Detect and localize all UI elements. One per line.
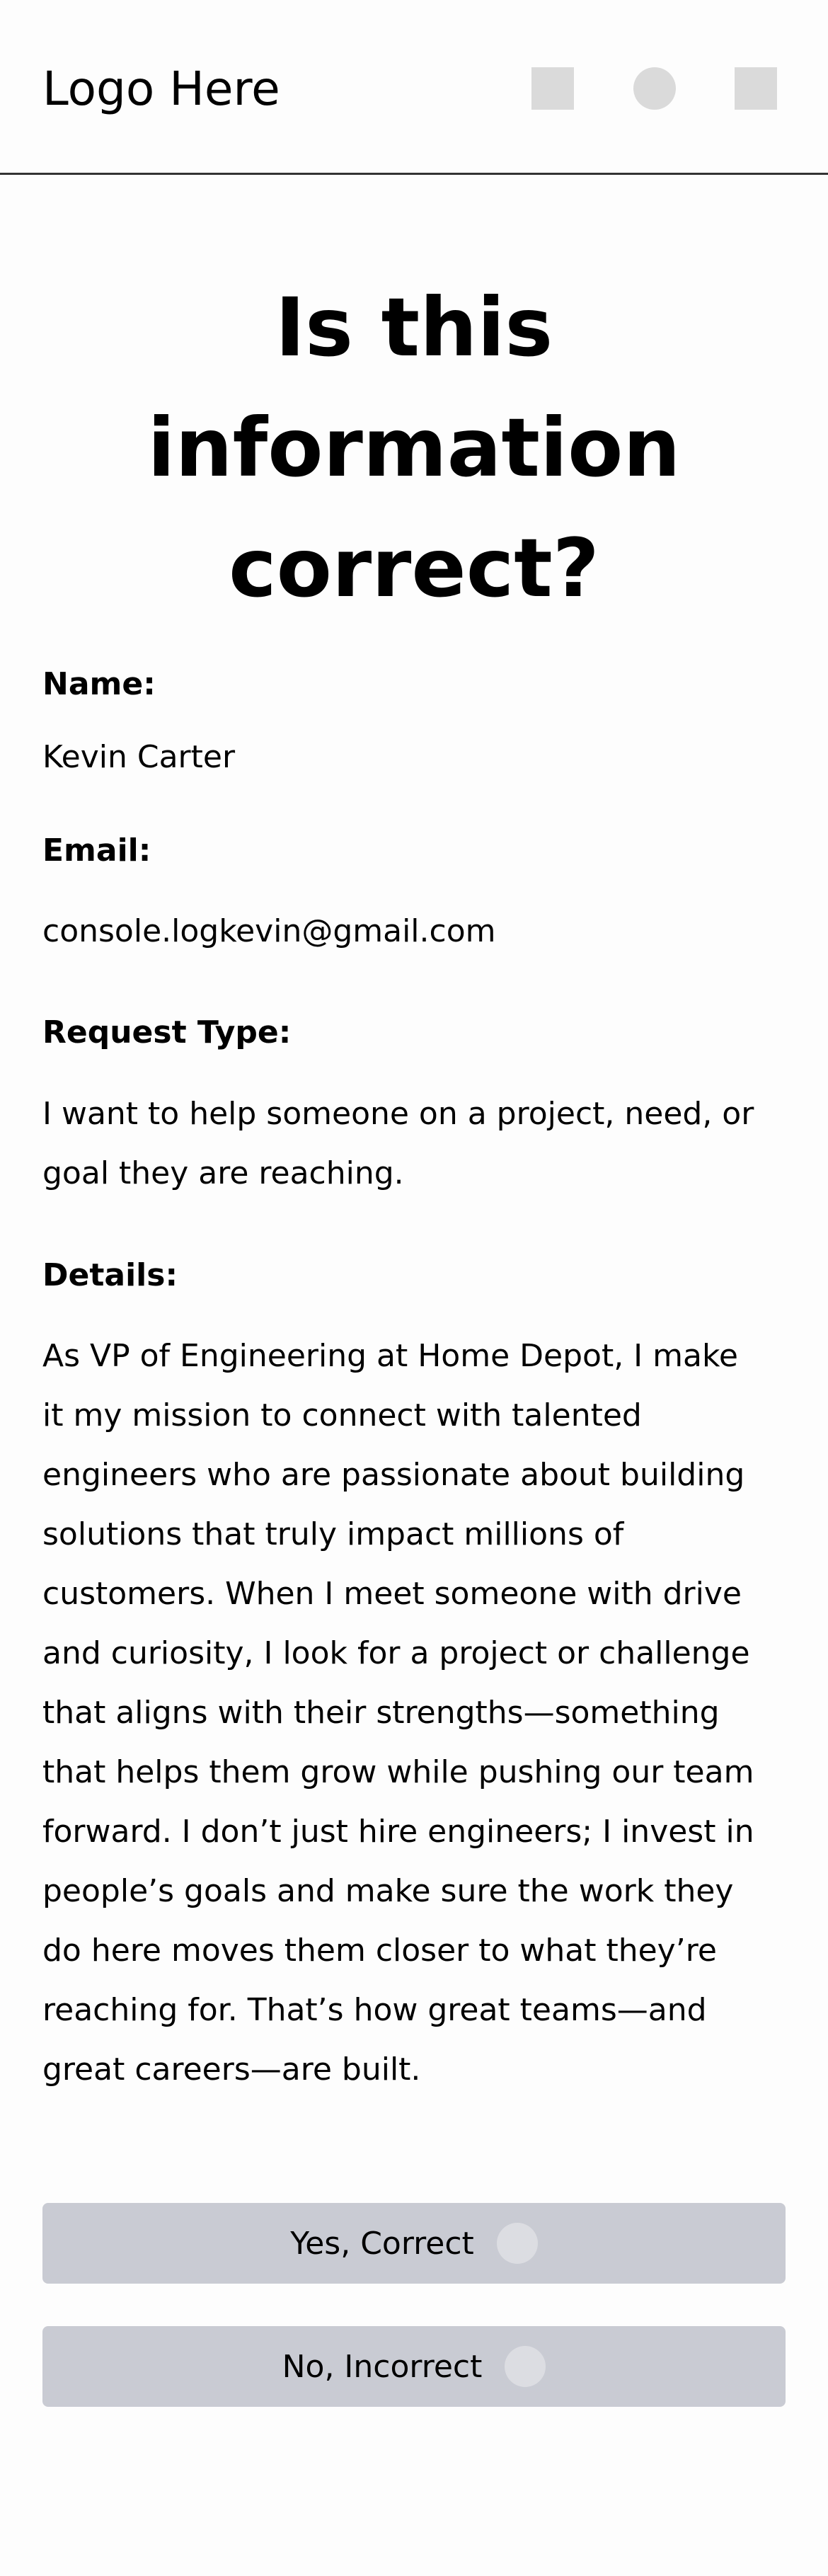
yes-button-label: Yes, Correct	[290, 2225, 474, 2262]
no-incorrect-button[interactable]: No, Incorrect	[42, 2326, 786, 2407]
email-label: Email:	[42, 832, 151, 869]
logo[interactable]: Logo Here	[42, 61, 280, 118]
page-title: Is this information correct?	[147, 280, 681, 615]
email-value: console.logkevin@gmail.com	[42, 913, 496, 949]
request-type-value: I want to help someone on a project, nee…	[42, 1096, 754, 1191]
details-value: As VP of Engineering at Home Depot, I ma…	[42, 1338, 754, 2088]
circle-icon	[496, 2223, 538, 2264]
yes-correct-button[interactable]: Yes, Correct	[42, 2203, 786, 2284]
name-value: Kevin Carter	[42, 739, 236, 775]
details-label: Details:	[42, 1257, 178, 1293]
name-label: Name:	[42, 666, 156, 702]
circle-icon[interactable]	[633, 67, 676, 110]
no-button-label: No, Incorrect	[282, 2348, 483, 2385]
circle-icon	[505, 2346, 546, 2387]
request-type-label: Request Type:	[42, 1014, 292, 1051]
square-icon[interactable]	[735, 67, 777, 110]
square-icon[interactable]	[531, 67, 574, 110]
app-header: Logo Here	[0, 0, 828, 175]
